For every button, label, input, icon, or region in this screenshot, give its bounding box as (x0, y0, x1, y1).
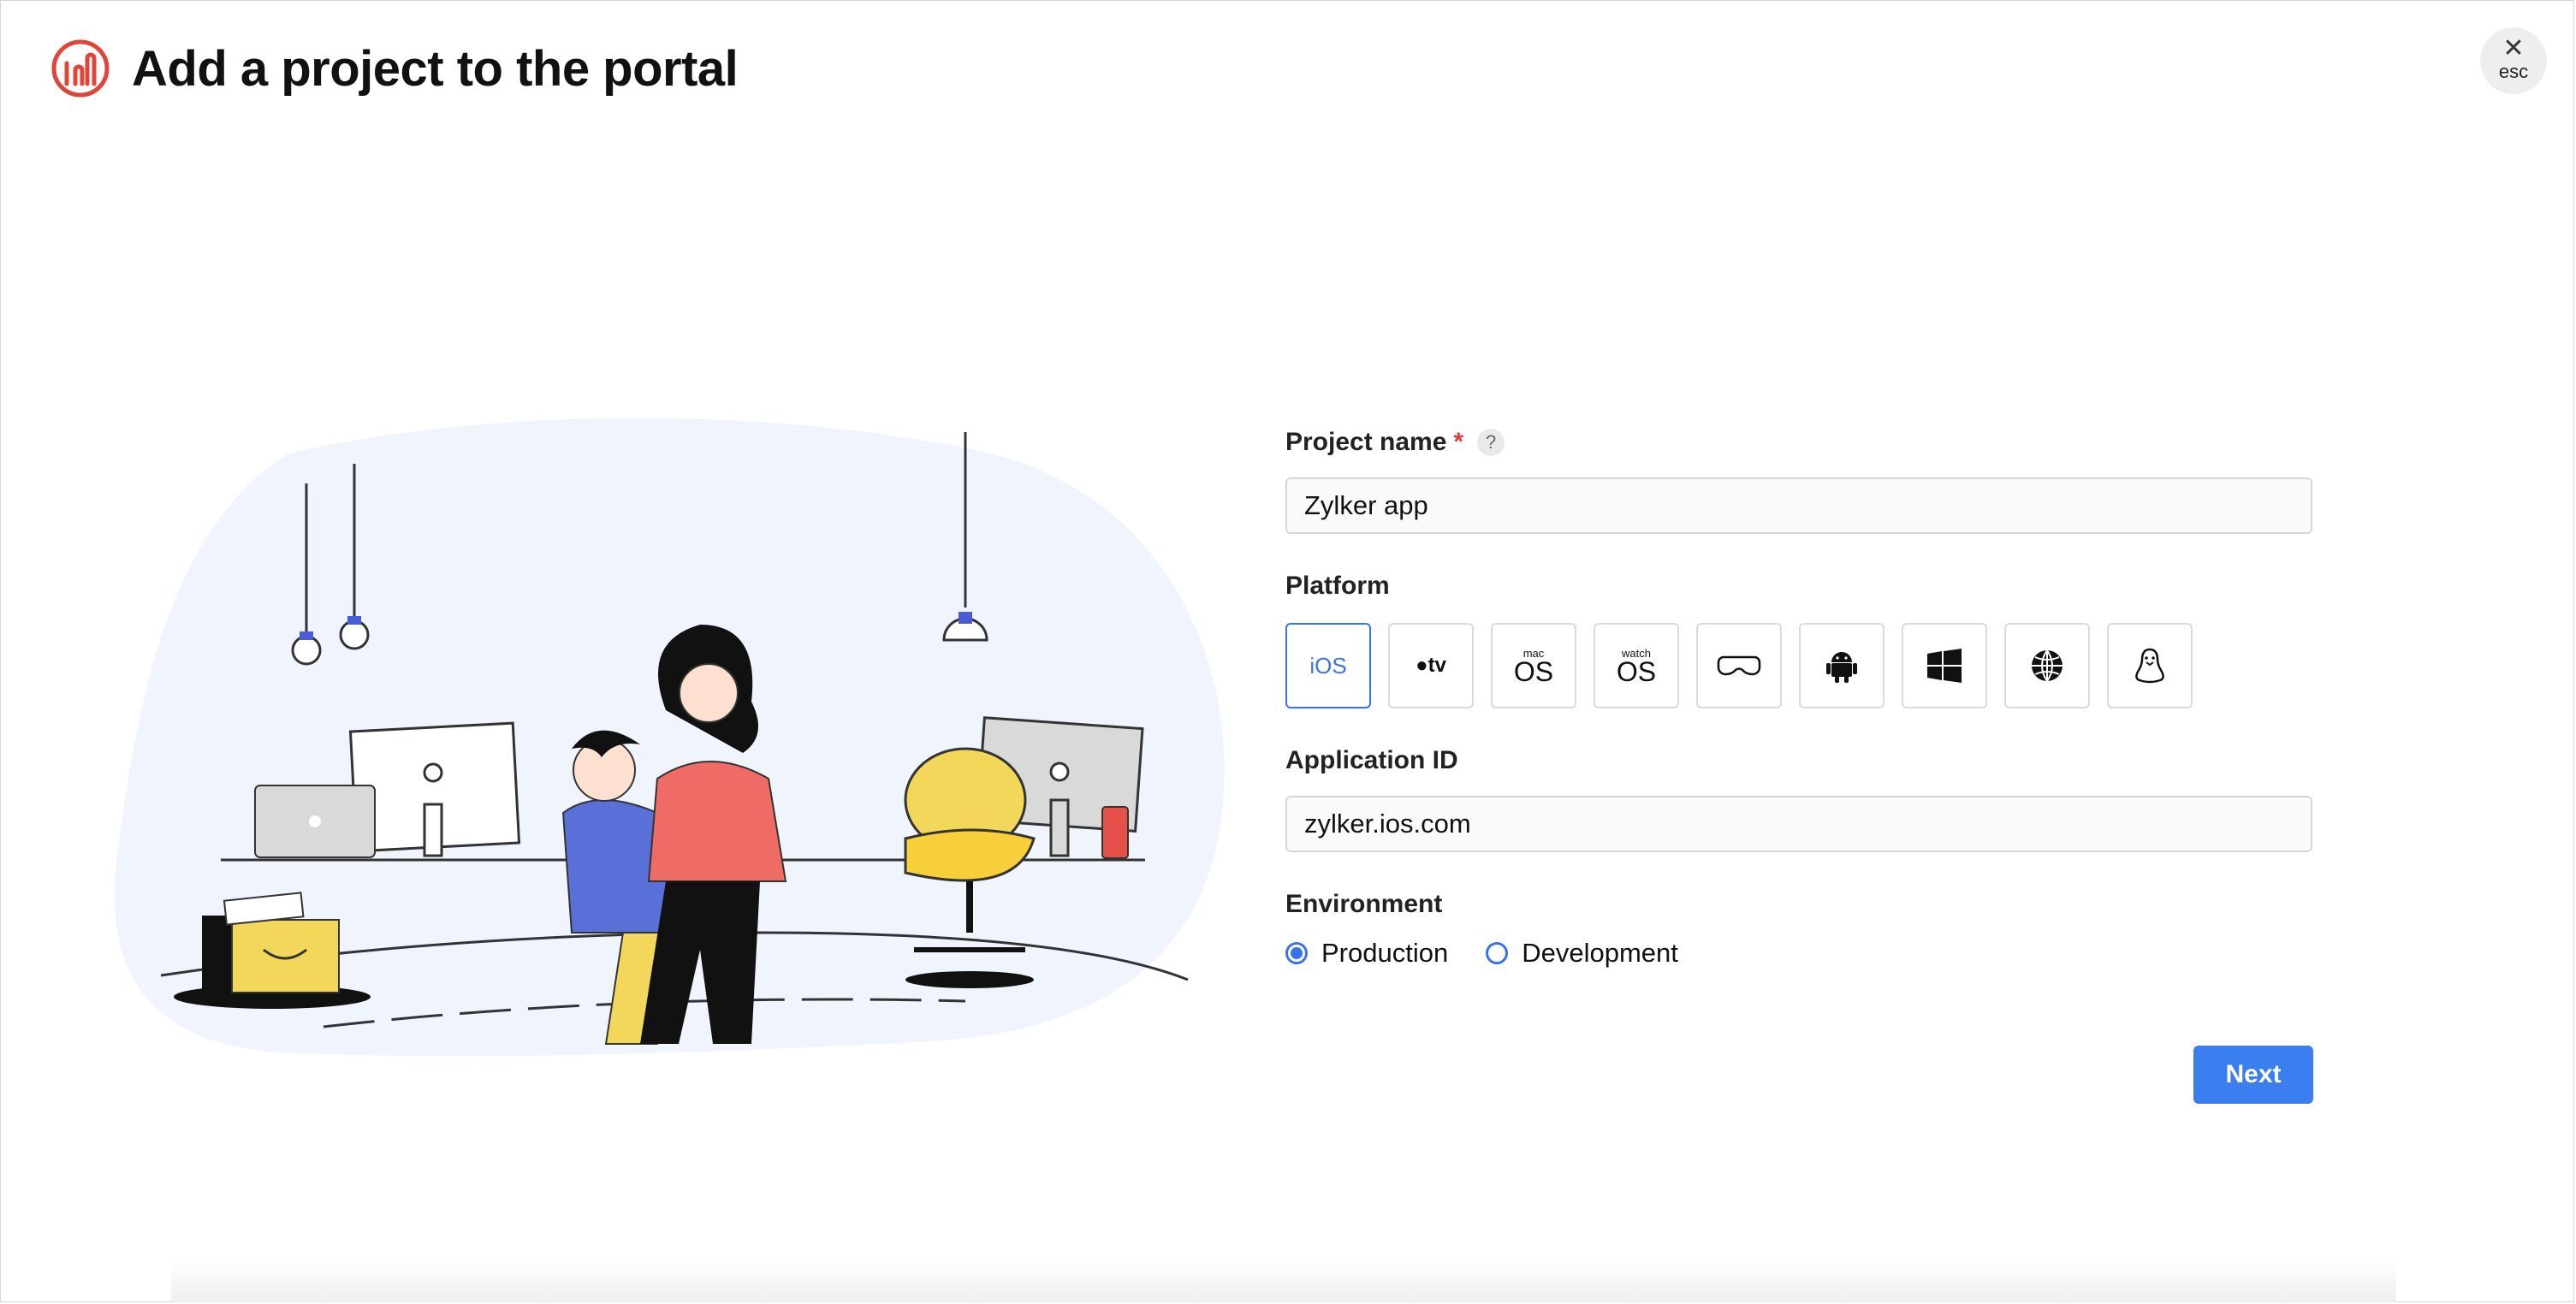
windows-icon (1927, 649, 1962, 683)
footer-shadow (171, 1258, 2396, 1302)
environment-radio-group: Production Development (1285, 938, 2312, 969)
platform-selector: iOS ●tv mac OS watch OS (1285, 623, 2312, 708)
environment-label: Environment (1285, 890, 1443, 918)
radio-selected-icon (1285, 942, 1308, 964)
platform-ios-button[interactable]: iOS (1285, 623, 1371, 708)
production-label: Production (1321, 938, 1449, 968)
apple-tv-icon: ●tv (1416, 654, 1446, 677)
project-name-label-row: Project name * ? (1285, 428, 2312, 457)
macos-bottom-label: OS (1513, 655, 1554, 687)
linux-penguin-icon (2135, 648, 2164, 684)
radio-unselected-icon (1486, 942, 1509, 964)
development-label: Development (1522, 938, 1678, 968)
help-icon[interactable]: ? (1477, 429, 1505, 456)
environment-production-radio[interactable]: Production (1285, 938, 1448, 969)
environment-development-radio[interactable]: Development (1486, 938, 1678, 969)
required-marker: * (1453, 428, 1464, 456)
application-id-label: Application ID (1285, 746, 1458, 774)
android-icon (1826, 652, 1857, 683)
close-button[interactable]: ✕ esc (2480, 27, 2547, 94)
portal-logo-icon (51, 39, 110, 98)
platform-label: Platform (1285, 572, 1390, 600)
office-illustration (114, 418, 1225, 1057)
project-name-input[interactable] (1285, 477, 2312, 534)
ios-label: iOS (1309, 652, 1347, 679)
close-icon: ✕ (2502, 34, 2525, 62)
platform-watchos-button[interactable]: watch OS (1594, 623, 1679, 708)
vision-headset-icon (1717, 655, 1761, 676)
platform-web-button[interactable] (2004, 623, 2090, 708)
close-label: esc (2498, 61, 2529, 82)
dialog-header: Add a project to the portal (50, 36, 739, 101)
page-title: Add a project to the portal (132, 40, 739, 97)
globe-icon (2032, 649, 2063, 682)
next-button[interactable]: Next (2193, 1046, 2313, 1104)
platform-linux-button[interactable] (2107, 623, 2193, 708)
watchos-bottom-label: OS (1616, 655, 1657, 687)
tvos-label: tv (1427, 654, 1446, 677)
platform-visionos-button[interactable] (1696, 623, 1782, 708)
application-id-input[interactable] (1285, 796, 2312, 852)
platform-macos-button[interactable]: mac OS (1491, 623, 1576, 708)
platform-windows-button[interactable] (1902, 623, 1987, 708)
platform-android-button[interactable] (1799, 623, 1885, 708)
platform-tvos-button[interactable]: ●tv (1388, 623, 1474, 708)
project-form: Project name * ? Platform iOS ●tv mac OS… (1285, 428, 2312, 969)
project-name-label: Project name (1285, 428, 1447, 456)
